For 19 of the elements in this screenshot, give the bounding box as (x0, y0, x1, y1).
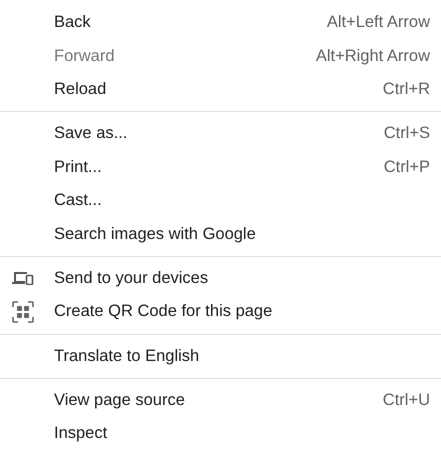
menu-item[interactable]: Inspect (0, 417, 441, 451)
menu-item[interactable]: Search images with Google (0, 217, 441, 251)
menu-item[interactable]: Save as... Ctrl+S (0, 117, 441, 151)
shortcut-label: Alt+Left Arrow (326, 13, 430, 32)
menu-item[interactable]: View page source Ctrl+U (0, 384, 441, 418)
devices-icon (12, 271, 34, 286)
shortcut-label: Ctrl+R (382, 80, 430, 99)
menu-item[interactable]: Create QR Code for this page (0, 295, 441, 329)
shortcut-label: Ctrl+S (384, 124, 430, 144)
menu-item[interactable]: Reload Ctrl+R (0, 72, 441, 106)
shortcut-label: Ctrl+P (384, 158, 430, 177)
menu-item[interactable]: Send to your devices (0, 262, 441, 296)
menu-item[interactable]: Back Alt+Left Arrow (0, 6, 441, 40)
menu-item[interactable]: Print... Ctrl+P (0, 150, 441, 184)
qr-code-icon (12, 300, 34, 323)
shortcut-label: Ctrl+U (382, 391, 430, 410)
shortcut-label: Alt+Right Arrow (316, 46, 430, 66)
menu-item[interactable]: Cast... (0, 184, 441, 218)
menu-item[interactable]: Translate to English (0, 340, 441, 373)
